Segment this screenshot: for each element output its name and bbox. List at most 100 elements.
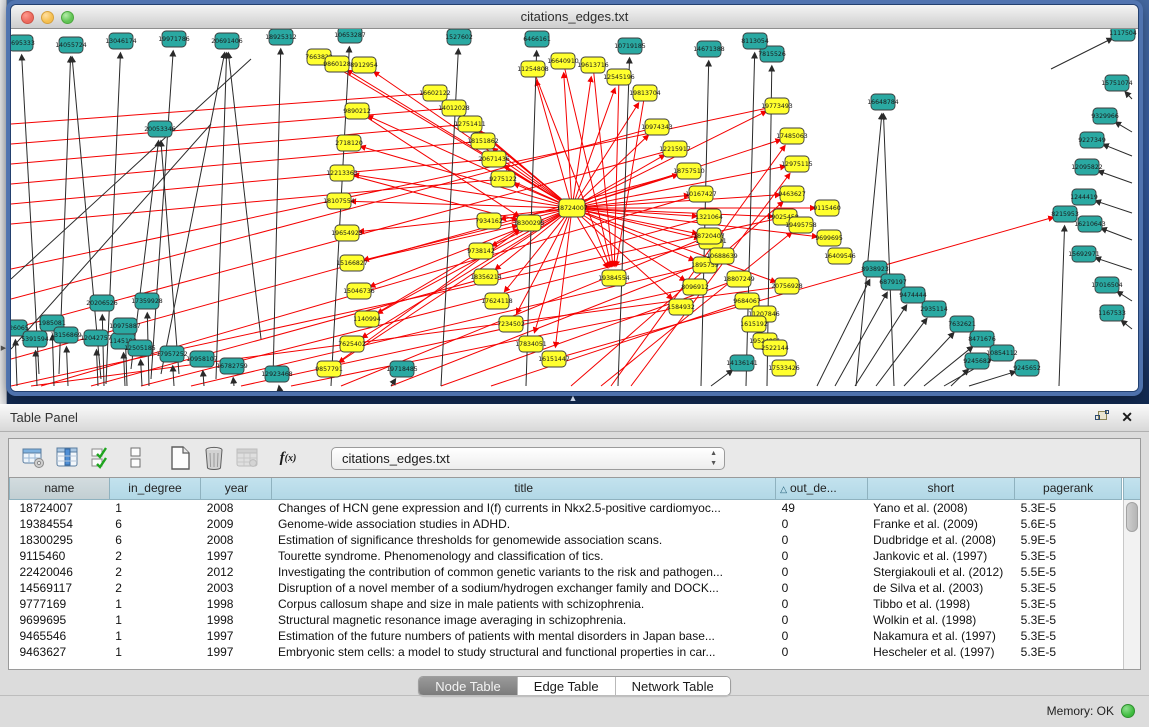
close-window-icon[interactable] <box>21 11 34 24</box>
table-cell[interactable]: 2008 <box>201 499 272 516</box>
graph-node-teal[interactable]: 20691406 <box>211 33 243 49</box>
table-cell[interactable]: 0 <box>776 532 868 548</box>
graph-node-teal[interactable]: 8113054 <box>741 33 769 49</box>
graph-node-teal[interactable]: 9329966 <box>1091 108 1119 124</box>
graph-node-teal[interactable]: 13046174 <box>105 33 137 49</box>
table-cell[interactable]: 0 <box>776 516 868 532</box>
graph-node-teal[interactable]: 17359928 <box>131 293 163 309</box>
table-cell[interactable]: 5.5E-5 <box>1015 564 1122 580</box>
table-cell[interactable]: 9465546 <box>10 628 110 644</box>
table-cell[interactable]: 9115460 <box>10 548 110 564</box>
tab-network-table[interactable]: Network Table <box>616 677 730 696</box>
graph-node-teal[interactable]: 17957252 <box>156 346 188 362</box>
graph-node-teal[interactable]: 1167533 <box>1098 305 1126 321</box>
graph-node-teal[interactable]: 9227349 <box>1078 132 1106 148</box>
table-mode-icon[interactable] <box>21 445 47 471</box>
float-panel-icon[interactable] <box>1095 411 1109 424</box>
graph-node-yellow[interactable]: 1615192 <box>740 316 768 332</box>
table-cell[interactable]: 14569117 <box>10 580 110 596</box>
table-cell[interactable]: Nakamura et al. (1997) <box>867 628 1015 644</box>
table-body[interactable]: 1872400712008Changes of HCN gene express… <box>10 499 1122 660</box>
table-cell[interactable]: 5.3E-5 <box>1015 499 1122 516</box>
graph-node-yellow[interactable]: 12751411 <box>454 116 486 132</box>
graph-node-teal[interactable]: 10958107 <box>186 351 218 367</box>
table-cell[interactable]: Tourette syndrome. Phenomenology and cla… <box>272 548 776 564</box>
graph-node-teal[interactable]: 12505185 <box>124 340 156 356</box>
table-cell[interactable]: 6 <box>109 516 201 532</box>
graph-node-yellow[interactable]: 18107554 <box>323 193 355 209</box>
table-row[interactable]: 1872400712008Changes of HCN gene express… <box>10 499 1122 516</box>
table-cell[interactable]: 2 <box>109 580 201 596</box>
graph-node-yellow[interactable]: 12975115 <box>781 156 813 172</box>
graph-node-yellow[interactable]: 17533426 <box>768 360 800 376</box>
graph-node-yellow[interactable]: 10974343 <box>641 119 673 135</box>
table-cell[interactable]: 22420046 <box>10 564 110 580</box>
minimize-window-icon[interactable] <box>41 11 54 24</box>
graph-node-yellow[interactable]: 19613716 <box>577 57 609 73</box>
column-header-name[interactable]: name <box>10 478 110 499</box>
graph-node-teal[interactable]: 16648784 <box>867 94 899 110</box>
graph-node-teal[interactable]: 1527602 <box>445 29 473 45</box>
table-cell[interactable]: 0 <box>776 612 868 628</box>
table-row[interactable]: 946554611997Estimation of the future num… <box>10 628 1122 644</box>
graph-node-yellow[interactable]: 16640910 <box>547 53 579 69</box>
graph-node-teal[interactable]: 16210643 <box>1074 216 1106 232</box>
graph-node-yellow[interactable]: 7934162 <box>475 213 503 229</box>
table-cell[interactable]: 1 <box>109 596 201 612</box>
tab-node-table[interactable]: Node Table <box>419 677 518 696</box>
column-header-title[interactable]: title <box>272 478 776 499</box>
graph-node-teal[interactable]: 15692971 <box>1068 246 1100 262</box>
graph-node-teal[interactable]: 12095822 <box>1071 159 1103 175</box>
graph-node-yellow[interactable]: 12545196 <box>603 69 635 85</box>
panel-expand-arrow-icon[interactable]: ▶ <box>0 344 7 354</box>
table-cell[interactable]: Wolkin et al. (1998) <box>867 612 1015 628</box>
table-cell[interactable]: Disruption of a novel member of a sodium… <box>272 580 776 596</box>
graph-node-yellow[interactable]: 2522144 <box>761 340 789 356</box>
table-cell[interactable]: Genome-wide association studies in ADHD. <box>272 516 776 532</box>
zoom-window-icon[interactable] <box>61 11 74 24</box>
graph-node-yellow[interactable]: 18807249 <box>723 271 755 287</box>
graph-node-yellow[interactable]: 19495758 <box>785 217 817 233</box>
graph-node-yellow[interactable]: 18356214 <box>470 269 502 285</box>
table-row[interactable]: 969969511998Structural magnetic resonanc… <box>10 612 1122 628</box>
graph-node-yellow[interactable]: 19813704 <box>629 85 661 101</box>
graph-node-yellow[interactable]: 18300295 <box>513 215 545 231</box>
table-cell[interactable]: de Silva et al. (2003) <box>867 580 1015 596</box>
table-cell[interactable]: 1997 <box>201 644 272 660</box>
graph-node-teal[interactable]: 18925312 <box>265 29 297 45</box>
graph-node-yellow[interactable]: 11254808 <box>517 61 549 77</box>
table-cell[interactable]: 0 <box>776 580 868 596</box>
table-row[interactable]: 977716911998Corpus callosum shape and si… <box>10 596 1122 612</box>
graph-node-yellow[interactable]: 9890212 <box>343 103 371 119</box>
table-selector[interactable]: citations_edges.txt ▲▼ <box>331 447 725 470</box>
table-cell[interactable]: 0 <box>776 628 868 644</box>
table-cell[interactable]: Changes of HCN gene expression and I(f) … <box>272 499 776 516</box>
select-column-icon[interactable] <box>55 445 81 471</box>
graph-node-yellow[interactable]: 19384554 <box>598 270 630 286</box>
table-cell[interactable]: 9699695 <box>10 612 110 628</box>
graph-node-yellow[interactable]: 1140994 <box>353 311 381 327</box>
graph-node-yellow[interactable]: 9275122 <box>489 171 517 187</box>
graph-node-yellow[interactable]: 18757510 <box>673 163 705 179</box>
table-cell[interactable]: 18300295 <box>10 532 110 548</box>
table-cell[interactable]: 5.3E-5 <box>1015 580 1122 596</box>
graph-node-yellow[interactable]: 18724007 <box>556 199 588 217</box>
node-table[interactable]: namein_degreeyeartitle△out_de...shortpag… <box>9 478 1122 660</box>
table-cell[interactable]: 0 <box>776 644 868 660</box>
table-cell[interactable]: 2 <box>109 564 201 580</box>
table-cell[interactable]: Franke et al. (2009) <box>867 516 1015 532</box>
table-header-row[interactable]: namein_degreeyeartitle△out_de...shortpag… <box>10 478 1122 499</box>
table-cell[interactable]: 9463627 <box>10 644 110 660</box>
table-cell[interactable]: 1 <box>109 499 201 516</box>
network-graph-canvas[interactable]: 1872400718300295193845547663822986012889… <box>11 29 1138 391</box>
collapsed-panel-strip[interactable]: ▶ <box>0 0 7 404</box>
table-cell[interactable]: 0 <box>776 596 868 612</box>
graph-node-teal[interactable]: 12042757 <box>80 330 112 346</box>
table-cell[interactable]: Hescheler et al. (1997) <box>867 644 1015 660</box>
memory-status-icon[interactable] <box>1121 704 1135 718</box>
graph-node-yellow[interactable]: 1321064 <box>695 209 723 225</box>
table-cell[interactable]: Structural magnetic resonance image aver… <box>272 612 776 628</box>
function-builder-icon[interactable]: f(x) <box>275 445 301 471</box>
table-cell[interactable]: 1 <box>109 644 201 660</box>
table-cell[interactable]: 1 <box>109 612 201 628</box>
